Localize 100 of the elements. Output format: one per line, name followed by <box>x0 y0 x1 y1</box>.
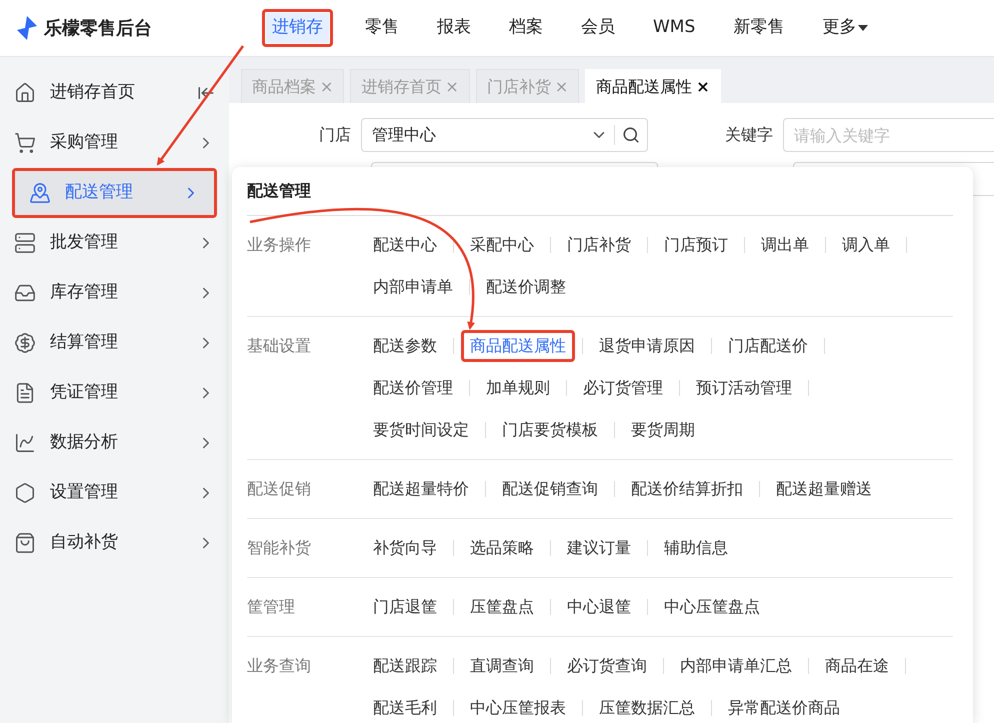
sidebar-label: 批发管理 <box>50 231 119 254</box>
sidebar-label: 库存管理 <box>50 281 119 304</box>
menu-link[interactable]: 调入单 <box>841 233 891 257</box>
nav-tab[interactable]: 档案 <box>503 13 549 43</box>
section-label: 业务操作 <box>247 234 311 256</box>
menu-link[interactable]: 门店要货模板 <box>501 418 599 442</box>
collapse-icon[interactable] <box>197 84 215 102</box>
sidebar-label: 配送管理 <box>65 181 134 204</box>
keyword-field[interactable]: 请输入关键字 <box>783 118 994 152</box>
search-icon[interactable] <box>622 126 640 144</box>
close-icon[interactable]: × <box>696 74 710 98</box>
menu-link[interactable]: 配送中心 <box>372 233 438 257</box>
map-icon <box>29 182 51 204</box>
cart-icon <box>14 132 36 154</box>
nav-tab[interactable]: 会员 <box>575 13 621 43</box>
nav-tab[interactable]: 报表 <box>431 13 477 43</box>
sidebar-label: 凭证管理 <box>50 381 119 404</box>
menu-link[interactable]: 选品策略 <box>469 536 535 560</box>
section-label: 智能补货 <box>247 537 311 559</box>
sidebar-item[interactable]: 结算管理 <box>0 321 229 365</box>
menu-link[interactable]: 调出单 <box>760 233 810 257</box>
menu-link[interactable]: 采配中心 <box>469 233 535 257</box>
tab-label: 商品档案 <box>252 76 316 98</box>
menu-link[interactable]: 配送毛利 <box>372 696 438 720</box>
dollar-icon <box>14 332 36 354</box>
section-label: 业务查询 <box>247 655 311 677</box>
menu-link[interactable]: 配送跟踪 <box>372 654 438 678</box>
field-label: 门店 <box>318 124 352 146</box>
menu-link[interactable]: 配送超量特价 <box>372 477 470 501</box>
sidebar-item[interactable]: 自动补货 <box>0 521 229 565</box>
menu-link[interactable]: 预订活动管理 <box>695 376 793 400</box>
menu-link[interactable]: 必订货查询 <box>566 654 648 678</box>
menu-link[interactable]: 直调查询 <box>469 654 535 678</box>
menu-link[interactable]: 辅助信息 <box>663 536 729 560</box>
sidebar-item[interactable]: 批发管理 <box>0 221 229 265</box>
sidebar-label: 数据分析 <box>50 431 119 454</box>
sidebar-item[interactable]: 进销存首页 <box>0 71 229 115</box>
menu-link[interactable]: 配送价结算折扣 <box>630 477 744 501</box>
nav-tab[interactable]: 更多 <box>816 13 874 43</box>
sidebar-item[interactable]: 库存管理 <box>0 271 229 315</box>
menu-link[interactable]: 压筐数据汇总 <box>598 696 696 720</box>
page-tab[interactable]: 商品配送属性 × <box>585 69 721 103</box>
nav-tab[interactable]: WMS <box>647 13 702 43</box>
menu-link[interactable]: 商品配送属性 <box>469 334 567 358</box>
store-select[interactable]: 管理中心 <box>361 118 648 152</box>
menu-link[interactable]: 必订货管理 <box>582 376 664 400</box>
tab-label: 门店补货 <box>486 76 551 98</box>
caret-icon <box>858 25 868 31</box>
settings-icon <box>14 482 36 504</box>
menu-link[interactable]: 中心压筐报表 <box>469 696 567 720</box>
menu-link[interactable]: 内部申请单 <box>372 275 454 299</box>
menu-link[interactable]: 要货周期 <box>630 418 696 442</box>
menu-link[interactable]: 门店配送价 <box>727 334 809 358</box>
menu-link[interactable]: 补货向导 <box>372 536 438 560</box>
menu-link[interactable]: 门店退筐 <box>372 595 438 619</box>
menu-link[interactable]: 配送价管理 <box>372 376 454 400</box>
nav-tab[interactable]: 零售 <box>359 13 405 43</box>
menu-link[interactable]: 要货时间设定 <box>372 418 470 442</box>
menu-link[interactable]: 中心压筐盘点 <box>663 595 761 619</box>
menu-link[interactable]: 建议订量 <box>566 536 632 560</box>
menu-link[interactable]: 配送促销查询 <box>501 477 599 501</box>
menu-link[interactable]: 内部申请单汇总 <box>679 654 793 678</box>
nav-tab[interactable]: 进销存 <box>266 13 329 43</box>
bag-icon <box>14 532 36 554</box>
document-icon <box>14 382 36 404</box>
home-icon <box>14 82 36 104</box>
menu-link[interactable]: 门店预订 <box>663 233 729 257</box>
menu-link[interactable]: 中心退筐 <box>566 595 632 619</box>
sidebar-label: 采购管理 <box>50 131 119 154</box>
menu-link[interactable]: 配送价调整 <box>485 275 567 299</box>
section-label: 配送促销 <box>247 478 311 500</box>
logo-icon <box>16 16 38 40</box>
sidebar-item[interactable]: 采购管理 <box>0 121 229 165</box>
menu-link[interactable]: 异常配送价商品 <box>727 696 841 720</box>
sidebar-item[interactable]: 数据分析 <box>0 421 229 465</box>
menu-link[interactable]: 压筐盘点 <box>469 595 535 619</box>
menu-link[interactable]: 商品在途 <box>824 654 890 678</box>
section-label: 筐管理 <box>247 596 295 618</box>
menu-title: 配送管理 <box>247 180 311 202</box>
menu-link[interactable]: 退货申请原因 <box>598 334 696 358</box>
tab-label: 商品配送属性 <box>596 76 692 98</box>
chart-icon <box>14 432 36 454</box>
tab-label: 进销存首页 <box>361 76 442 98</box>
sidebar-label: 设置管理 <box>50 481 119 504</box>
sidebar-label: 结算管理 <box>50 331 119 354</box>
menu-link[interactable]: 加单规则 <box>485 376 551 400</box>
sidebar-item[interactable]: 凭证管理 <box>0 371 229 415</box>
nav-tab[interactable]: 新零售 <box>727 13 790 43</box>
menu-link[interactable]: 配送超量赠送 <box>775 477 873 501</box>
field-label: 关键字 <box>724 124 774 146</box>
brand-name: 乐檬零售后台 <box>44 16 152 40</box>
sidebar-label: 自动补货 <box>50 531 119 554</box>
sidebar-item[interactable]: 配送管理 <box>15 171 214 215</box>
section-label: 基础设置 <box>247 335 311 357</box>
sidebar-item[interactable]: 设置管理 <box>0 471 229 515</box>
menu-link[interactable]: 门店补货 <box>566 233 632 257</box>
drawer-icon <box>14 232 36 254</box>
tray-icon <box>14 282 36 304</box>
menu-link[interactable]: 配送参数 <box>372 334 438 358</box>
sidebar-label: 进销存首页 <box>50 81 136 104</box>
